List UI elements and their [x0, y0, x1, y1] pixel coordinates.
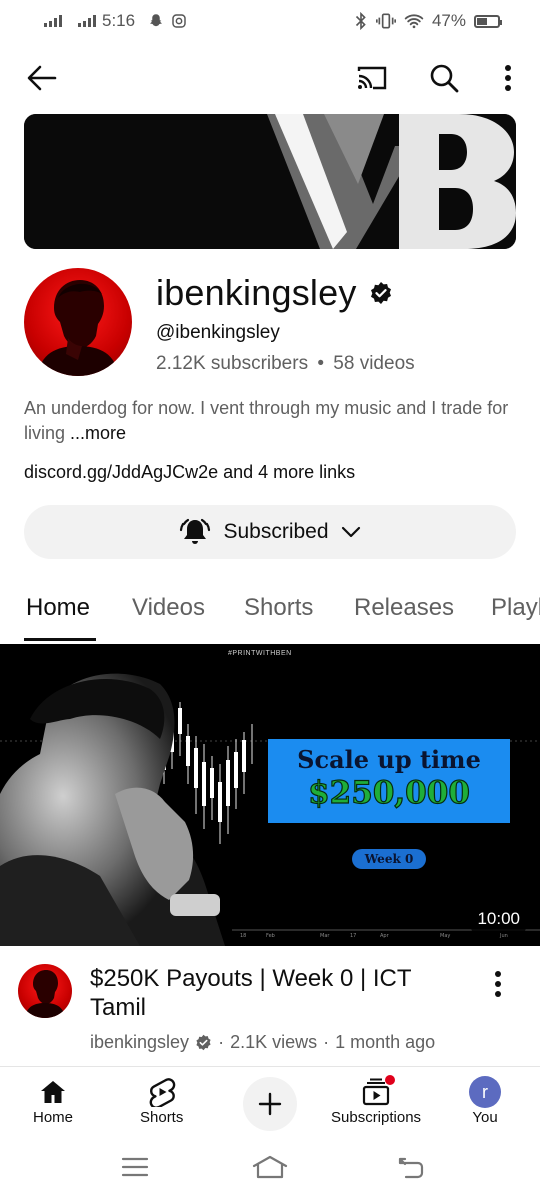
nav-shorts-label: Shorts	[140, 1109, 184, 1126]
back-nav-icon[interactable]	[396, 1155, 424, 1179]
video-channel-avatar[interactable]	[18, 964, 72, 1018]
channel-tabs: Home Videos Shorts Releases Playlists	[0, 588, 540, 642]
nav-subscriptions-label: Subscriptions	[331, 1109, 422, 1126]
video-meta: ibenkingsley · 2.1K views · 1 month ago	[90, 1032, 435, 1053]
svg-text:Mar: Mar	[320, 933, 330, 939]
tab-playlists[interactable]: Playlists	[491, 594, 540, 622]
avatar-portrait	[38, 280, 118, 376]
bell-ring-icon	[180, 518, 211, 544]
cast-button[interactable]	[348, 52, 396, 104]
nav-home-label: Home	[33, 1109, 74, 1126]
recent-apps-icon[interactable]	[121, 1156, 149, 1178]
vibrate-icon	[375, 13, 396, 29]
svg-text:17: 17	[350, 933, 356, 939]
meta-separator-1: ·	[218, 1032, 225, 1052]
stats-separator: •	[317, 353, 325, 374]
back-button[interactable]	[18, 52, 66, 104]
verified-badge-icon	[370, 282, 391, 304]
thumbnail-scale-box: Scale up time $250,000	[268, 739, 510, 823]
battery-percent: 47%	[431, 11, 466, 30]
signal-icon-2	[78, 15, 96, 27]
instagram-icon	[172, 14, 186, 28]
nav-shorts[interactable]: Shorts	[140, 1075, 183, 1126]
bluetooth-icon	[355, 12, 366, 30]
home-icon	[41, 1081, 65, 1103]
nav-home[interactable]: Home	[33, 1075, 73, 1126]
video-duration-badge: 10:00	[471, 906, 526, 932]
channel-stats: 2.12K subscribers • 58 videos	[156, 353, 415, 375]
active-tab-indicator	[24, 638, 96, 641]
create-button[interactable]	[243, 1077, 297, 1131]
description-more-link[interactable]: ...more	[70, 423, 126, 443]
wifi-icon	[404, 14, 424, 29]
snapchat-icon	[150, 14, 163, 27]
tab-shorts[interactable]: Shorts	[244, 594, 313, 622]
home-button-icon[interactable]	[252, 1154, 288, 1180]
video-title[interactable]: $250K Payouts | Week 0 | ICT Tamil	[90, 964, 470, 1022]
avatar-portrait-small	[25, 970, 65, 1018]
video-channel-name: ibenkingsley	[90, 1032, 190, 1052]
svg-text:May: May	[440, 933, 450, 939]
thumbnail-scale-title: Scale up time	[297, 745, 481, 774]
thumbnail-week-pill: Week 0	[352, 849, 426, 869]
channel-links[interactable]: discord.gg/JddAgJCw2e and 4 more links	[24, 462, 355, 483]
svg-text:Jun: Jun	[499, 933, 508, 939]
video-thumbnail[interactable]: 18 Feb Mar 17 Apr May Jun #PRINTWITHBEN Scal…	[0, 644, 540, 946]
subscribed-button[interactable]: Subscribed	[24, 505, 516, 559]
tab-releases[interactable]: Releases	[354, 594, 454, 622]
kebab-menu-icon	[495, 971, 501, 997]
kebab-menu-icon	[505, 65, 511, 91]
arrow-left-icon	[27, 65, 57, 91]
meta-separator-2: ·	[323, 1032, 330, 1052]
svg-text:18: 18	[240, 933, 246, 939]
svg-text:Feb: Feb	[266, 933, 275, 939]
create-plus-icon	[258, 1092, 282, 1116]
video-views: 2.1K views	[230, 1032, 318, 1052]
channel-description[interactable]: An underdog for now. I vent through my m…	[24, 396, 524, 446]
system-navigation-bar	[0, 1140, 540, 1200]
video-more-button[interactable]	[484, 966, 512, 1002]
video-count: 58 videos	[333, 353, 415, 374]
svg-text:Apr: Apr	[380, 933, 390, 939]
more-links-label[interactable]: and 4 more links	[218, 462, 355, 482]
channel-avatar[interactable]	[24, 268, 132, 376]
battery-icon	[474, 14, 502, 28]
status-time: 5:16	[102, 11, 136, 30]
tab-home[interactable]: Home	[26, 594, 90, 622]
subscribed-label: Subscribed	[223, 520, 329, 543]
channel-name-text: ibenkingsley	[156, 272, 357, 313]
account-avatar: r	[469, 1076, 501, 1108]
cast-icon	[357, 66, 387, 90]
thumbnail-small-label: #PRINTWITHBEN	[228, 650, 292, 657]
status-bar: 5:16 47%	[0, 0, 540, 44]
channel-title: ibenkingsley	[156, 272, 393, 314]
verified-badge-icon	[196, 1034, 211, 1051]
nav-subscriptions[interactable]: Subscriptions	[331, 1075, 421, 1126]
tab-videos[interactable]: Videos	[132, 594, 205, 622]
search-button[interactable]	[420, 52, 468, 104]
channel-handle: @ibenkingsley	[156, 322, 280, 343]
notification-dot	[385, 1075, 396, 1085]
discord-link[interactable]: discord.gg/JddAgJCw2e	[24, 462, 218, 482]
more-options-button[interactable]	[484, 52, 532, 104]
bottom-navigation: Home Shorts Subscriptions r You	[0, 1066, 540, 1136]
subscriber-count: 2.12K subscribers	[156, 353, 309, 374]
app-bar	[0, 52, 540, 104]
search-icon	[430, 64, 459, 93]
banner-logo	[24, 114, 516, 249]
shorts-icon	[149, 1078, 175, 1107]
video-age: 1 month ago	[335, 1032, 436, 1052]
thumbnail-scale-amount: $250,000	[308, 774, 471, 811]
nav-you[interactable]: r You	[469, 1075, 501, 1126]
channel-banner	[24, 114, 516, 249]
chevron-down-icon	[341, 526, 360, 538]
signal-icon	[44, 15, 62, 27]
nav-you-label: You	[472, 1109, 498, 1126]
